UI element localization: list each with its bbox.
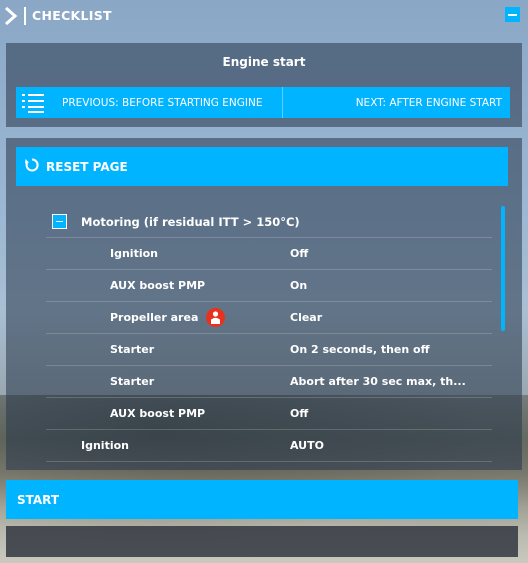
page-title: Engine start — [222, 55, 306, 69]
collapse-group-icon[interactable] — [52, 214, 67, 229]
checklist-row[interactable]: Starter On 2 seconds, then off — [46, 334, 492, 366]
start-button[interactable]: START — [6, 480, 518, 519]
item-value: Clear — [290, 311, 323, 324]
checklist-header-panel: Engine start PREVIOUS: BEFORE STARTING E… — [6, 43, 522, 127]
collapse-button[interactable] — [505, 7, 520, 22]
group-header[interactable]: Motoring (if residual ITT > 150°C) — [46, 206, 492, 238]
reset-page-label: RESET PAGE — [46, 159, 128, 174]
reset-page-button[interactable]: RESET PAGE — [16, 147, 508, 186]
item-label: Starter — [110, 343, 155, 356]
checklist-row[interactable]: Ignition AUTO — [46, 430, 492, 462]
previous-checklist-button[interactable]: PREVIOUS: BEFORE STARTING ENGINE — [50, 87, 283, 118]
item-value: Abort after 30 sec max, th... — [290, 375, 466, 388]
group-label: Motoring (if residual ITT > 150°C) — [81, 214, 300, 229]
person-warning-icon — [206, 308, 226, 327]
item-label: Starter — [110, 375, 155, 388]
reset-icon — [24, 157, 40, 177]
item-label: Ignition — [81, 439, 129, 452]
item-label-group: Propeller area — [110, 308, 226, 327]
item-value: On — [290, 279, 308, 292]
item-label: AUX boost PMP — [110, 279, 206, 292]
item-value: Off — [290, 247, 309, 260]
checklist-row[interactable]: Propeller area Clear — [46, 302, 492, 334]
bottom-bar — [6, 526, 518, 557]
chevron-right-icon[interactable] — [0, 0, 22, 31]
item-value: Off — [290, 407, 309, 420]
window-title: CHECKLIST — [32, 8, 112, 23]
item-label: Propeller area — [110, 311, 199, 324]
checklist-row[interactable]: AUX boost PMP On — [46, 270, 492, 302]
next-checklist-button[interactable]: NEXT: AFTER ENGINE START — [283, 87, 511, 118]
title-bar: CHECKLIST — [0, 0, 528, 31]
checklist-panel: RESET PAGE Motoring (if residual ITT > 1… — [6, 138, 522, 470]
item-value: AUTO — [290, 439, 324, 452]
item-label: AUX boost PMP — [110, 407, 206, 420]
checklist-row[interactable]: Ignition Off — [46, 238, 492, 270]
item-label: Ignition — [110, 247, 158, 260]
checklist-row[interactable]: Starter Abort after 30 sec max, th... — [46, 366, 492, 398]
item-value: On 2 seconds, then off — [290, 343, 430, 356]
list-icon[interactable] — [16, 87, 50, 118]
scrollbar-thumb[interactable] — [501, 206, 505, 331]
checklist-row[interactable]: AUX boost PMP Off — [46, 398, 492, 430]
checklist-navigation: PREVIOUS: BEFORE STARTING ENGINE NEXT: A… — [16, 87, 510, 118]
title-separator — [24, 6, 26, 25]
